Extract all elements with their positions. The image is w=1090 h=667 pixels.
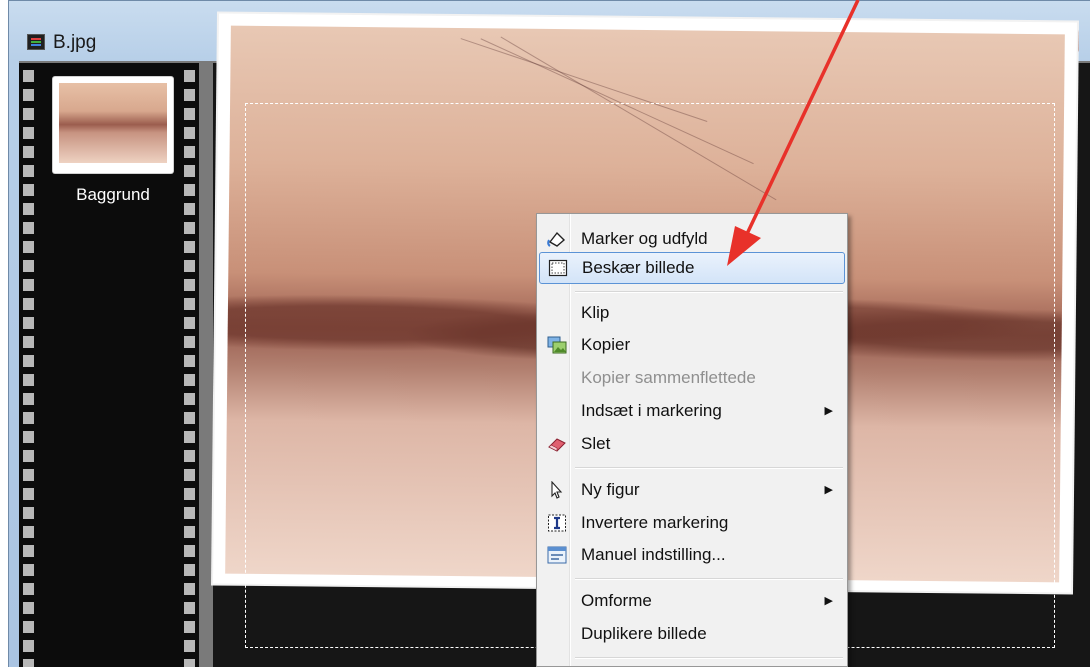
menu-item-invert-selection[interactable]: Invertere markering bbox=[539, 508, 845, 538]
menu-separator bbox=[575, 657, 843, 659]
window-title: B.jpg bbox=[53, 32, 97, 53]
menu-item-copy[interactable]: Kopier bbox=[539, 330, 845, 360]
menu-item-duplicate-image[interactable]: Duplikere billede bbox=[539, 619, 845, 649]
copy-image-icon bbox=[547, 336, 567, 354]
context-menu: Marker og udfyld Beskær billede Klip Kop… bbox=[536, 213, 848, 667]
submenu-arrow-icon: ▶ bbox=[824, 595, 833, 607]
menu-item-paste-into-selection[interactable]: Indsæt i markering ▶ bbox=[539, 396, 845, 426]
image-file-icon bbox=[27, 34, 45, 50]
eraser-icon bbox=[548, 438, 566, 452]
film-perforations-right bbox=[184, 63, 195, 667]
menu-item-transform[interactable]: Omforme ▶ bbox=[539, 586, 845, 616]
submenu-arrow-icon: ▶ bbox=[824, 405, 833, 417]
submenu-arrow-icon: ▶ bbox=[824, 484, 833, 496]
layers-filmstrip: Baggrund bbox=[19, 63, 199, 667]
layer-label: Baggrund bbox=[76, 185, 150, 204]
menu-item-delete[interactable]: Slet bbox=[539, 429, 845, 459]
menu-separator bbox=[575, 578, 843, 580]
menu-item-new-shape[interactable]: Ny figur ▶ bbox=[539, 475, 845, 505]
menu-item-copy-merged[interactable]: Kopier sammenflettede bbox=[539, 363, 845, 393]
menu-separator bbox=[575, 467, 843, 469]
invert-selection-icon bbox=[548, 514, 566, 532]
menu-item-cut[interactable]: Klip bbox=[539, 298, 845, 328]
menu-item-crop-image[interactable]: Beskær billede bbox=[539, 252, 845, 284]
film-perforations-left bbox=[23, 63, 34, 667]
menu-item-select-fill[interactable]: Marker og udfyld bbox=[539, 224, 845, 254]
pointer-icon bbox=[551, 481, 563, 499]
crop-icon bbox=[548, 259, 568, 277]
select-fill-icon bbox=[547, 231, 566, 247]
menu-item-manual-setting[interactable]: Manuel indstilling... bbox=[539, 540, 845, 570]
layer-thumbnail[interactable] bbox=[53, 77, 173, 173]
layer-thumbnail-image bbox=[59, 83, 167, 163]
menu-separator bbox=[575, 291, 843, 293]
settings-window-icon bbox=[547, 546, 567, 564]
